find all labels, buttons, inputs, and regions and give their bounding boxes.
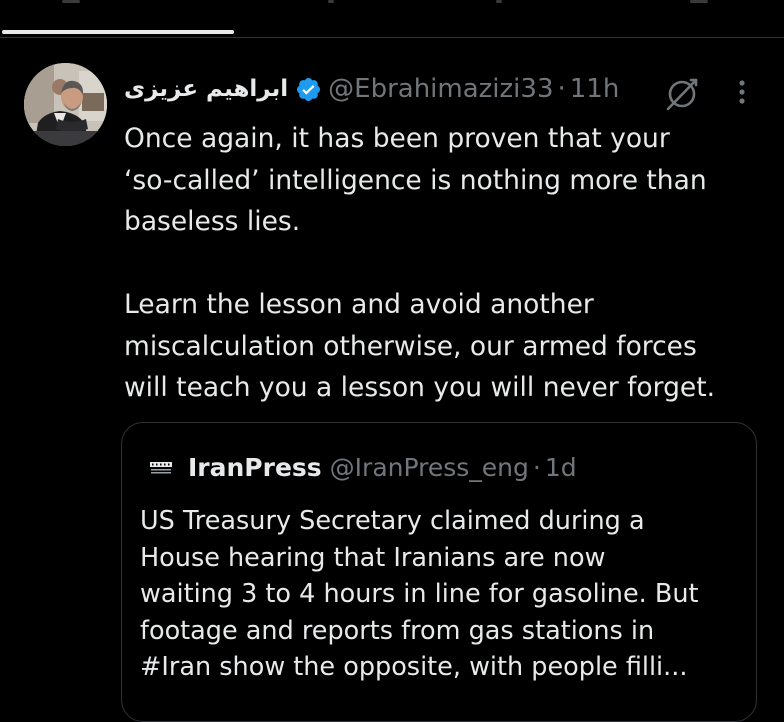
avatar-photo <box>24 63 107 146</box>
quoted-tweet-text: US Treasury Secretary claimed during a H… <box>140 506 699 683</box>
more-vertical-icon[interactable] <box>734 77 750 107</box>
separator-dot: · <box>557 74 566 104</box>
tweet-header: ابراهیم عزیزی @Ebrahimazizi33 · 11h <box>124 69 619 109</box>
verified-badge-icon <box>295 76 322 103</box>
separator-dot: · <box>532 452 541 482</box>
quoted-tweet-card[interactable]: IranPress @IranPress_eng · 1d US Treasur… <box>121 422 757 722</box>
display-name[interactable]: ابراهیم عزیزی <box>124 76 288 102</box>
tweet-timestamp[interactable]: 11h <box>570 74 620 104</box>
iranpress-logo[interactable] <box>148 454 174 480</box>
quoted-tweet-header: IranPress @IranPress_eng · 1d <box>148 449 577 485</box>
tab-bar-icon-fragment <box>496 0 502 3</box>
avatar[interactable] <box>24 63 107 146</box>
tab-bar-icon-fragment <box>62 0 80 3</box>
tweet-paragraph: Learn the lesson and avoid another misca… <box>124 289 716 403</box>
quoted-tweet-timestamp[interactable]: 1d <box>545 453 577 482</box>
tab-bar-icon-fragment <box>690 0 708 3</box>
active-tab-indicator <box>2 30 234 34</box>
tweet-text: Once again, it has been proven that your… <box>124 118 764 409</box>
top-tab-bar <box>0 0 784 38</box>
quoted-user-handle[interactable]: @IranPress_eng <box>330 453 529 482</box>
tweet-paragraph: Once again, it has been proven that your… <box>124 123 707 237</box>
grok-icon[interactable] <box>664 76 700 112</box>
user-handle[interactable]: @Ebrahimazizi33 <box>328 74 553 104</box>
tab-bar-icon-fragment <box>328 0 334 3</box>
tweet[interactable]: ابراهیم عزیزی @Ebrahimazizi33 · 11h Once… <box>0 38 784 722</box>
quoted-display-name[interactable]: IranPress <box>188 453 322 482</box>
